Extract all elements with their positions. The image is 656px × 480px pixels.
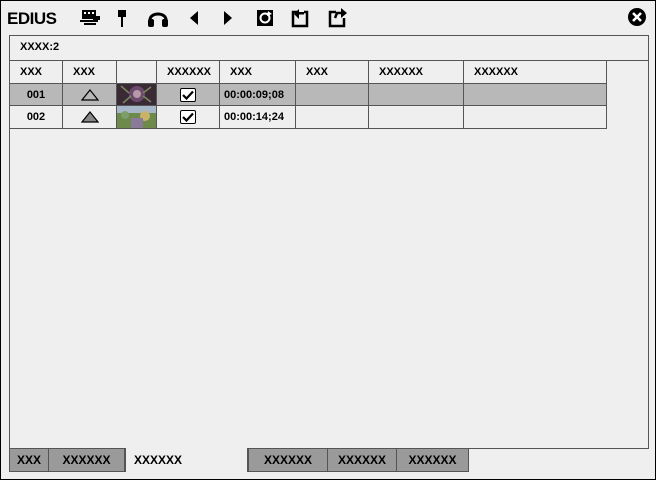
flower-thumbnail [117, 84, 156, 105]
import-icon[interactable] [290, 7, 312, 29]
table-cell [464, 106, 607, 129]
tab-active[interactable]: XXXXXX [125, 448, 248, 472]
tab[interactable]: XXXXXX [48, 448, 125, 472]
column-header-label: XXXXXX [167, 66, 212, 78]
column-header[interactable]: XXX [10, 61, 63, 84]
marker-icon[interactable] [111, 7, 133, 29]
next-icon[interactable] [217, 7, 239, 29]
tab[interactable]: XXXXXX [327, 448, 397, 472]
column-header-label: XXX [230, 66, 253, 78]
column-header-label: XXX [73, 66, 96, 78]
column-header[interactable]: XXXXXX [464, 61, 607, 84]
clip-marker-icon[interactable] [79, 7, 101, 29]
prev-icon[interactable] [183, 7, 205, 29]
column-header-label: XXXXXX [474, 66, 519, 78]
toolbar: EDIUS [1, 1, 655, 35]
column-header-label: XXXXXX [379, 66, 424, 78]
refresh-icon[interactable] [254, 7, 276, 29]
clip-number: 001 [10, 84, 63, 106]
table-cell [369, 106, 464, 129]
clip-checkbox[interactable] [180, 87, 196, 102]
tab[interactable]: XXX [9, 448, 49, 472]
column-header-label: XXX [306, 66, 329, 78]
tab[interactable]: XXXXXX [248, 448, 328, 472]
column-header[interactable]: XXXXXX [157, 61, 220, 84]
clip-check-cell [157, 84, 220, 106]
export-icon[interactable] [327, 7, 349, 29]
clip-duration: 00:00:09;08 [220, 84, 296, 106]
clip-duration: 00:00:14;24 [220, 106, 296, 129]
triangle-filled-icon [80, 111, 99, 123]
clip-thumbnail [117, 106, 157, 129]
column-header[interactable]: XXX [63, 61, 117, 84]
app-logo: EDIUS [7, 9, 57, 28]
table-cell [296, 106, 369, 129]
close-icon[interactable] [627, 7, 647, 27]
item-count-bar: XXXX:2 [10, 36, 648, 61]
garden-thumbnail [117, 106, 156, 128]
tab[interactable]: XXXXXX [396, 448, 469, 472]
headphones-icon[interactable] [147, 7, 169, 29]
app-window: EDIUS XXXX:2 XXX XXX XXXXXX XXX XXX XXXX… [0, 0, 656, 480]
clip-check-cell [157, 106, 220, 129]
clip-thumbnail [117, 84, 157, 106]
clip-list-panel: XXXX:2 XXX XXX XXXXXX XXX XXX XXXXXX XXX… [9, 35, 649, 449]
clip-checkbox[interactable] [180, 110, 196, 124]
column-header[interactable]: XXX [220, 61, 296, 84]
table-cell [369, 84, 464, 106]
column-header[interactable] [117, 61, 157, 84]
clip-type-cell [63, 106, 117, 129]
table-cell [464, 84, 607, 106]
table-cell [296, 84, 369, 106]
column-header-label: XXX [20, 66, 43, 78]
clip-number: 002 [10, 106, 63, 129]
column-header[interactable]: XXX [296, 61, 369, 84]
triangle-outline-icon [80, 88, 99, 101]
item-count: XXXX:2 [20, 41, 60, 53]
clip-type-cell [63, 84, 117, 106]
column-header[interactable]: XXXXXX [369, 61, 464, 84]
